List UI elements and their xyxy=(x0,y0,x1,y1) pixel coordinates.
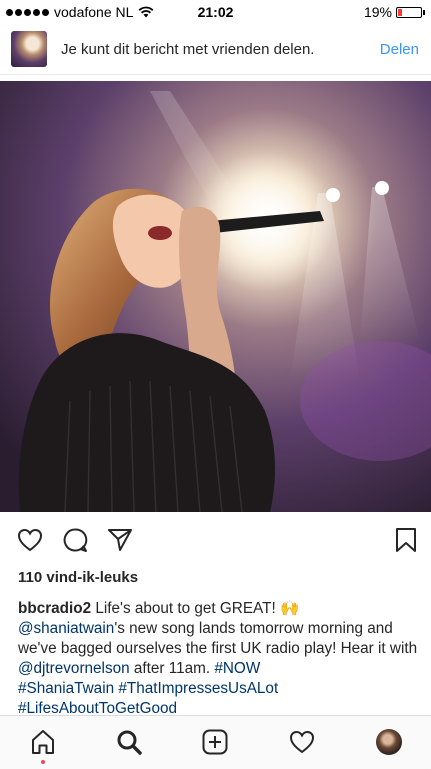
post-photo[interactable] xyxy=(0,81,431,512)
post-caption: bbcradio2 Life's about to get GREAT! 🙌 @… xyxy=(18,599,418,719)
status-bar: vodafone NL 21:02 19% xyxy=(0,0,431,24)
like-count[interactable]: 110 vind-ik-leuks xyxy=(18,569,138,586)
notification-dot xyxy=(41,760,45,764)
raised-hands-emoji: 🙌 xyxy=(279,600,299,617)
share-button[interactable]: Delen xyxy=(380,41,419,58)
battery-percentage: 19% xyxy=(363,4,392,20)
battery-status: 19% xyxy=(364,4,425,20)
hashtag-now[interactable]: #NOW xyxy=(214,660,260,677)
share-banner: Je kunt dit bericht met vrienden delen. … xyxy=(0,24,431,75)
mention-shaniatwain[interactable]: @shaniatwain xyxy=(18,620,114,637)
post-action-bar xyxy=(0,520,431,560)
comment-button[interactable] xyxy=(61,526,89,554)
share-banner-text: Je kunt dit bericht met vrienden delen. xyxy=(61,40,315,58)
like-button[interactable] xyxy=(16,526,44,554)
tab-bar xyxy=(0,715,431,769)
bookmark-icon xyxy=(396,528,416,552)
heart-icon xyxy=(17,528,43,552)
mention-djtrevornelson[interactable]: @djtrevornelson xyxy=(18,660,130,677)
home-icon xyxy=(32,730,54,754)
tab-search[interactable] xyxy=(115,728,143,756)
hashtag-shaniatwain[interactable]: #ShaniaTwain xyxy=(18,680,114,697)
comment-icon xyxy=(63,528,88,552)
search-icon xyxy=(117,730,142,755)
save-button[interactable] xyxy=(392,526,420,554)
concert-photo xyxy=(0,81,431,512)
add-post-icon xyxy=(202,729,228,755)
tab-profile-avatar[interactable] xyxy=(376,729,402,755)
hashtag-thatimpressesusalot[interactable]: #ThatImpressesUsALot xyxy=(118,680,278,697)
share-post-button[interactable] xyxy=(106,526,134,554)
caption-username[interactable]: bbcradio2 xyxy=(18,600,91,617)
caption-text: after 11am. xyxy=(129,660,215,677)
tab-new-post[interactable] xyxy=(201,728,229,756)
tab-home[interactable] xyxy=(29,728,57,756)
post-thumbnail xyxy=(11,31,47,67)
caption-text: Life's about to get GREAT! xyxy=(91,600,280,617)
paper-plane-icon xyxy=(108,529,132,551)
tab-activity[interactable] xyxy=(288,728,316,756)
battery-icon xyxy=(396,6,422,18)
heart-icon xyxy=(289,730,315,754)
